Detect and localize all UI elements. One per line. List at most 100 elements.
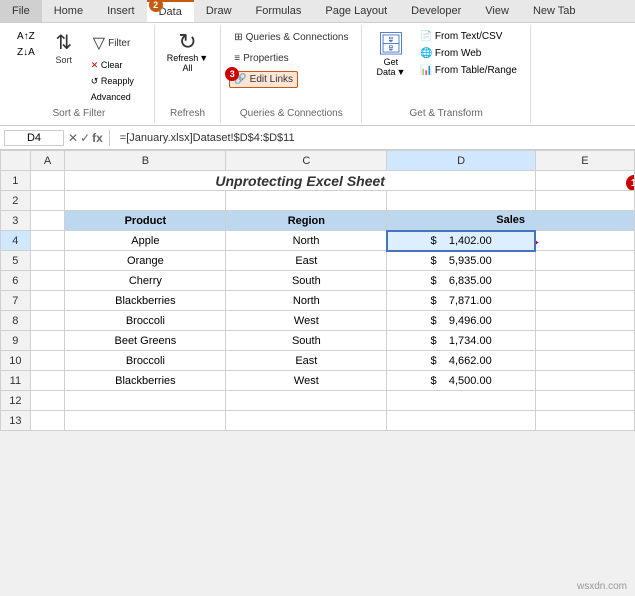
col-header-c[interactable]: C [226,151,387,171]
cell-b6[interactable]: Cherry [65,271,226,291]
cell-e11[interactable] [535,371,634,391]
formula-input[interactable] [116,131,631,145]
tab-home[interactable]: Home [42,0,95,22]
formula-cancel-icon[interactable]: ✕ [68,131,78,145]
cell-e6[interactable] [535,271,634,291]
sort-za-button[interactable]: Z↓A [12,45,40,60]
tab-insert[interactable]: Insert [95,0,147,22]
cell-b12[interactable] [65,391,226,411]
tab-view[interactable]: View [473,0,521,22]
cell-a6[interactable] [30,271,65,291]
cell-a7[interactable] [30,291,65,311]
from-web-button[interactable]: 🌐 From Web [415,46,522,61]
cell-reference-box[interactable] [4,130,64,146]
cell-d10[interactable]: $ 4,662.00 [387,351,536,371]
cell-c4[interactable]: North [226,231,387,251]
cell-a3[interactable] [30,211,65,231]
cell-b10[interactable]: Broccoli [65,351,226,371]
cell-b3-product[interactable]: Product [65,211,226,231]
cell-a1[interactable] [30,171,65,191]
from-table-button[interactable]: 📊 From Table/Range [415,63,522,78]
data-badge: 2 [149,0,163,12]
cell-e1[interactable]: 1 Select the cell [535,171,634,191]
tab-data[interactable]: 2 Data [147,0,194,22]
col-header-d[interactable]: D [387,151,536,171]
cell-d6[interactable]: $ 6,835.00 [387,271,536,291]
tab-page-layout[interactable]: Page Layout [313,0,399,22]
cell-e2[interactable] [535,191,634,211]
cell-c3-region[interactable]: Region [226,211,387,231]
cell-d11[interactable]: $ 4,500.00 [387,371,536,391]
clear-button[interactable]: ✕ Clear [86,58,146,73]
col-header-b[interactable]: B [65,151,226,171]
cell-d9[interactable]: $ 1,734.00 [387,331,536,351]
formula-confirm-icon[interactable]: ✓ [80,131,90,145]
cell-d7[interactable]: $ 7,871.00 [387,291,536,311]
cell-a2[interactable] [30,191,65,211]
tab-formulas[interactable]: Formulas [244,0,314,22]
col-header-e[interactable]: E [535,151,634,171]
cell-e5[interactable] [535,251,634,271]
cell-e4[interactable]: → [535,231,634,251]
cell-b8[interactable]: Broccoli [65,311,226,331]
tab-file[interactable]: File [0,0,42,22]
reapply-button[interactable]: ↺ Reapply [86,74,146,89]
cell-d3-sales[interactable]: Sales [387,211,635,231]
cell-c5[interactable]: East [226,251,387,271]
refresh-all-button[interactable]: ↻ Refresh ▼ All [163,29,212,75]
advanced-button[interactable]: Advanced [86,90,146,104]
sort-button[interactable]: ⇅ Sort [46,29,82,69]
cell-b11[interactable]: Blackberries [65,371,226,391]
cell-e10[interactable] [535,351,634,371]
table-row: 13 [1,411,635,431]
cell-b5[interactable]: Orange [65,251,226,271]
tab-new-tab[interactable]: New Tab [521,0,588,22]
cell-b9[interactable]: Beet Greens [65,331,226,351]
formula-insert-icon[interactable]: fx [92,131,103,145]
tab-draw[interactable]: Draw [194,0,244,22]
cell-d8[interactable]: $ 9,496.00 [387,311,536,331]
cell-a9[interactable] [30,331,65,351]
cell-d2[interactable] [387,191,536,211]
cell-c9[interactable]: South [226,331,387,351]
cell-c2[interactable] [226,191,387,211]
queries-connections-button[interactable]: ⊞ Queries & Connections [229,29,353,46]
cell-c11[interactable]: West [226,371,387,391]
cell-a4[interactable] [30,231,65,251]
web-icon: 🌐 [420,48,432,59]
cell-c7[interactable]: North [226,291,387,311]
cell-a12[interactable] [30,391,65,411]
cell-e12[interactable] [535,391,634,411]
cell-d12[interactable] [387,391,536,411]
cell-a13[interactable] [30,411,65,431]
cell-c12[interactable] [226,391,387,411]
cell-e13[interactable] [535,411,634,431]
cell-b13[interactable] [65,411,226,431]
col-header-a[interactable]: A [30,151,65,171]
cell-e9[interactable] [535,331,634,351]
row-num-9: 9 [1,331,31,351]
cell-e7[interactable] [535,291,634,311]
properties-button[interactable]: ≡ Properties [229,50,293,67]
from-text-csv-button[interactable]: 📄 From Text/CSV [415,29,522,44]
cell-d5[interactable]: $ 5,935.00 [387,251,536,271]
edit-links-button[interactable]: 3 🔗 Edit Links [229,71,298,88]
cell-b7[interactable]: Blackberries [65,291,226,311]
cell-a5[interactable] [30,251,65,271]
cell-b2[interactable] [65,191,226,211]
cell-c6[interactable]: South [226,271,387,291]
cell-a8[interactable] [30,311,65,331]
cell-b4[interactable]: Apple [65,231,226,251]
tab-developer[interactable]: Developer [399,0,473,22]
filter-button[interactable]: ▽ Filter [86,29,146,57]
cell-d13[interactable] [387,411,536,431]
get-data-button[interactable]: 🗄 Get Data ▼ [370,29,411,79]
cell-c8[interactable]: West [226,311,387,331]
cell-e8[interactable] [535,311,634,331]
sort-az-button[interactable]: A↑Z [12,29,40,44]
cell-d4[interactable]: $ 1,402.00 [387,231,536,251]
cell-a10[interactable] [30,351,65,371]
cell-c10[interactable]: East [226,351,387,371]
cell-c13[interactable] [226,411,387,431]
cell-a11[interactable] [30,371,65,391]
